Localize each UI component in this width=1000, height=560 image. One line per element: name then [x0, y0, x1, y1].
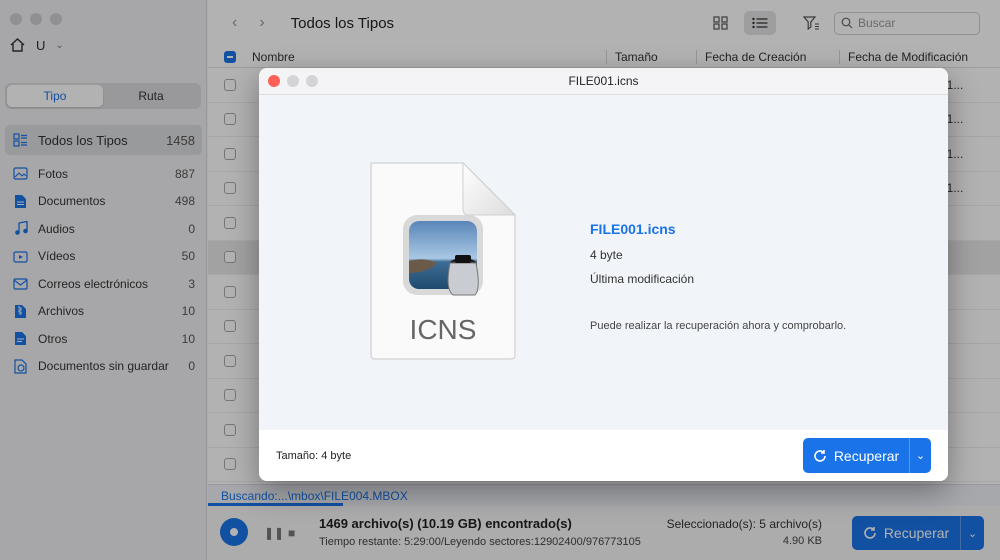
icns-label: ICNS	[410, 314, 477, 345]
dialog-minimize-button	[287, 75, 299, 87]
dialog-recover-button[interactable]: Recuperar	[803, 438, 909, 473]
preview-file-name: FILE001.icns	[590, 221, 676, 237]
dialog-title: FILE001.icns	[568, 74, 639, 88]
chevron-down-icon: ⌄	[915, 450, 926, 462]
icns-file-icon: ICNS	[370, 161, 517, 360]
dialog-zoom-button	[306, 75, 318, 87]
dialog-file-size: Tamaño: 4 byte	[276, 450, 352, 462]
dialog-recover-label: Recuperar	[833, 447, 900, 464]
dialog-close-button[interactable]	[268, 75, 280, 87]
preview-last-modified: Última modificación	[590, 272, 695, 286]
dialog-window-controls	[268, 75, 318, 87]
refresh-icon	[814, 449, 826, 462]
preview-note: Puede realizar la recuperación ahora y c…	[590, 320, 847, 332]
dialog-recover-button-group: Recuperar ⌄	[803, 438, 931, 473]
file-preview-dialog: FILE001.icns ICNS FILE001.icns 4 byte Úl…	[259, 68, 948, 481]
dialog-body: ICNS FILE001.icns 4 byte Última modifica…	[259, 95, 948, 430]
dialog-titlebar: FILE001.icns	[259, 68, 948, 95]
dialog-recover-dropdown[interactable]: ⌄	[909, 438, 931, 473]
dialog-footer: Tamaño: 4 byte Recuperar ⌄	[259, 430, 948, 481]
preview-file-size: 4 byte	[590, 248, 623, 262]
